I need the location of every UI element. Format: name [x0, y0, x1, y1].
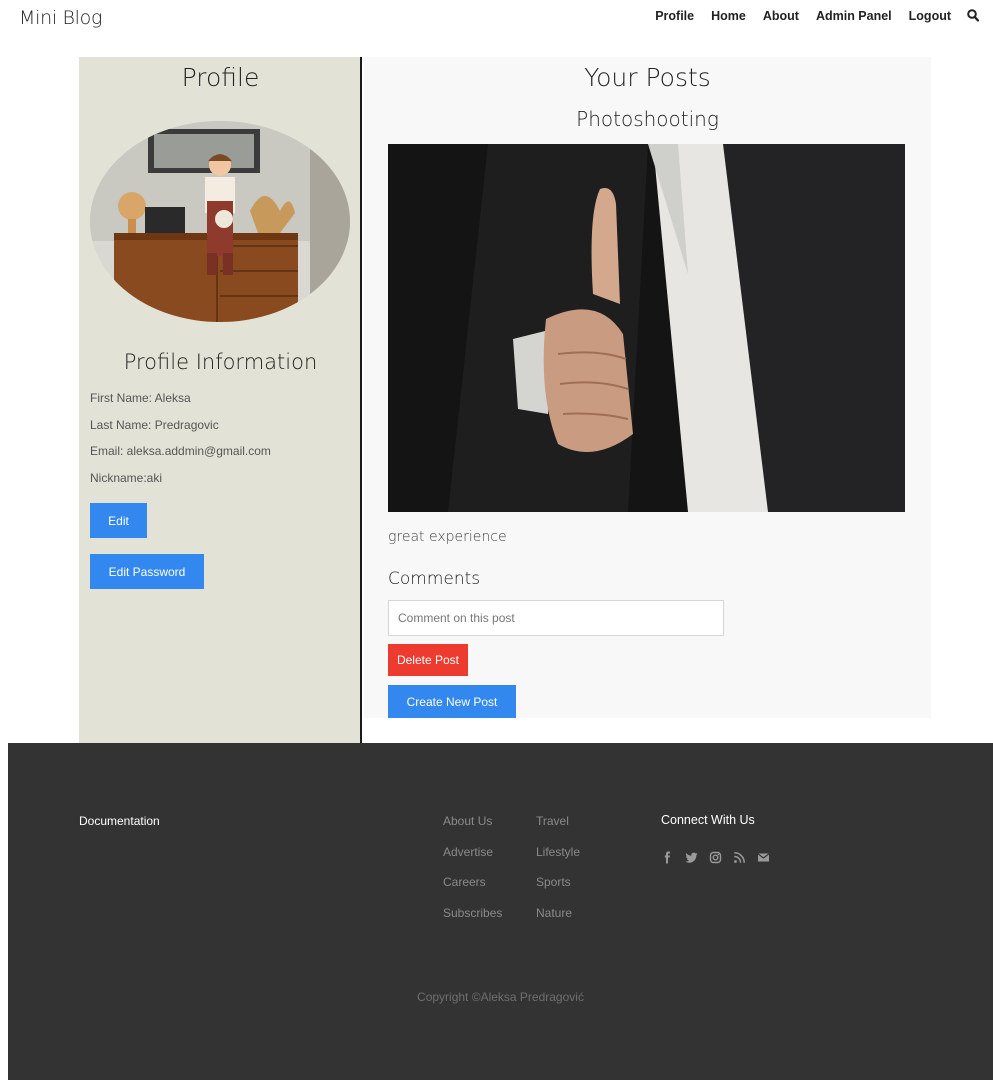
delete-post-button[interactable]: Delete Post: [388, 644, 468, 676]
rss-icon[interactable]: [733, 851, 746, 864]
nav-profile[interactable]: Profile: [655, 9, 694, 23]
profile-heading: Profile: [181, 63, 260, 92]
post-image: [388, 144, 905, 512]
footer-links-col2: Travel Lifestyle Sports Nature: [536, 814, 580, 936]
facebook-icon[interactable]: [661, 851, 674, 864]
brand-logo[interactable]: Mini Blog: [19, 7, 102, 29]
comment-input[interactable]: [388, 600, 724, 636]
footer-link-sports[interactable]: Sports: [536, 875, 580, 906]
search-icon[interactable]: [967, 9, 980, 23]
site-header: Mini Blog Profile Home About Admin Panel…: [0, 0, 993, 36]
profile-info-heading: Profile Information: [123, 350, 318, 374]
copyright-text: Copyright ©Aleksa Predragović: [417, 990, 584, 1004]
nav-about[interactable]: About: [763, 9, 799, 23]
footer-documentation-link[interactable]: Documentation: [79, 814, 160, 828]
avatar: [90, 121, 350, 322]
footer-link-subscribes[interactable]: Subscribes: [443, 906, 502, 937]
posts-heading: Your Posts: [584, 63, 711, 92]
nav-logout[interactable]: Logout: [909, 9, 951, 23]
edit-password-button[interactable]: Edit Password: [90, 554, 204, 589]
main-nav: Profile Home About Admin Panel Logout: [638, 9, 980, 23]
last-name-text: Last Name: Predragovic: [90, 418, 219, 432]
footer-link-about-us[interactable]: About Us: [443, 814, 502, 845]
create-post-button[interactable]: Create New Post: [388, 685, 516, 718]
footer-link-nature[interactable]: Nature: [536, 906, 580, 937]
footer-links-col1: About Us Advertise Careers Subscribes: [443, 814, 502, 936]
twitter-icon[interactable]: [685, 851, 698, 864]
nav-admin-panel[interactable]: Admin Panel: [816, 9, 892, 23]
connect-heading: Connect With Us: [661, 813, 755, 827]
footer-link-travel[interactable]: Travel: [536, 814, 580, 845]
footer-link-advertise[interactable]: Advertise: [443, 845, 502, 876]
instagram-icon[interactable]: [709, 851, 722, 864]
footer-link-careers[interactable]: Careers: [443, 875, 502, 906]
social-icons: [661, 851, 781, 864]
edit-profile-button[interactable]: Edit: [90, 503, 147, 538]
site-footer: Documentation About Us Advertise Careers…: [8, 743, 993, 1080]
post-body: great experience: [388, 529, 507, 545]
comments-heading: Comments: [388, 569, 481, 589]
posts-section: Your Posts Photoshooting great experienc…: [364, 57, 931, 718]
nav-home[interactable]: Home: [711, 9, 746, 23]
post-title: Photoshooting: [576, 107, 719, 131]
profile-sidebar: Profile Profile Information First Name: …: [79, 57, 362, 743]
first-name-text: First Name: Aleksa: [90, 391, 191, 405]
envelope-icon[interactable]: [757, 851, 770, 864]
nickname-text: Nickname:aki: [90, 471, 163, 485]
email-text: Email: aleksa.addmin@gmail.com: [90, 444, 271, 458]
footer-link-lifestyle[interactable]: Lifestyle: [536, 845, 580, 876]
